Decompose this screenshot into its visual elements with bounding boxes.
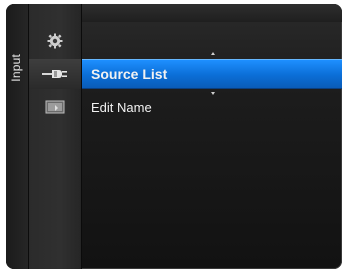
menu-icon-slot-input[interactable]	[29, 59, 81, 89]
menu-category-tab: Input	[6, 4, 29, 269]
osd-menu-panel: Input Source List Edit Name	[6, 4, 342, 269]
plug-input-icon	[42, 70, 67, 78]
menu-item-edit-name[interactable]: Edit Name	[82, 92, 342, 122]
menu-icon-column	[29, 4, 106, 269]
menu-icon-slot-picture[interactable]	[29, 92, 81, 122]
menu-icon-slot-setup[interactable]	[29, 26, 81, 56]
menu-category-label: Input	[9, 54, 23, 82]
tv-input-icon	[45, 100, 65, 114]
menu-item-label: Edit Name	[91, 99, 152, 115]
menu-item-label: Source List	[91, 66, 168, 82]
menu-top-strip	[82, 4, 342, 22]
menu-item-source-list[interactable]: Source List	[82, 59, 342, 89]
scroll-up-arrow-icon[interactable]	[211, 52, 215, 55]
gear-icon	[47, 33, 63, 49]
menu-content-area: Source List Edit Name	[82, 4, 342, 269]
